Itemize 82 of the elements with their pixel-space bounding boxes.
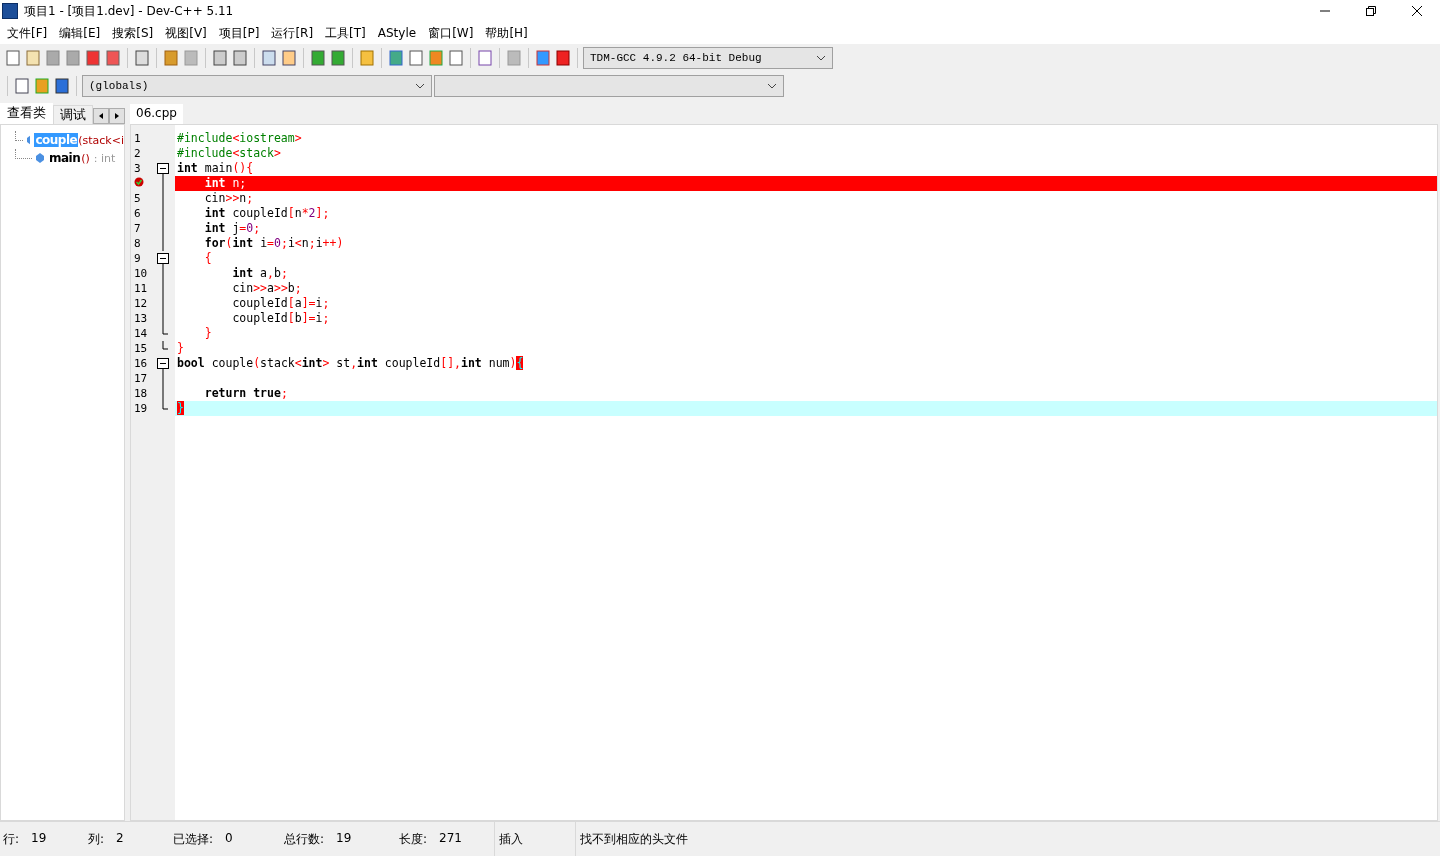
status-label: 总行数: [284,830,325,848]
line-number: 13 [134,312,149,325]
triangle-left-icon [99,113,103,119]
panel-tab[interactable]: 调试 [53,105,93,124]
tree-item[interactable]: main [48,151,82,165]
compiler-dropdown[interactable]: TDM-GCC 4.9.2 64-bit Debug [583,47,833,69]
status-value: 0 [225,830,233,847]
status-message: 找不到相应的头文件 [580,830,688,848]
code-line: #include<iostream> [176,131,303,146]
menu-item[interactable]: 工具[T] [320,24,373,42]
code-line: int coupleId[n*2]; [203,206,331,221]
line-number: 14 [134,327,149,340]
code-line: int j=0; [203,221,262,236]
line-number: 11 [134,282,149,295]
line-number: 7 [134,222,142,235]
caret-icon [816,55,826,61]
line-number: 5 [134,192,142,205]
line-number: 2 [134,147,142,160]
code-line: bool couple(stack<int> st,int coupleId[],int num){ [176,356,525,371]
line-number: 6 [134,207,142,220]
code-line: coupleId[a]=i; [231,296,331,311]
status-value: 19 [31,830,47,847]
menu-item[interactable]: 文件[F] [2,24,55,42]
window-title: 项目1 - [项目1.dev] - Dev-C++ 5.11 [24,2,235,20]
breakpoint-icon[interactable] [134,177,144,187]
status-label: 列: [88,830,105,848]
tab-scroll-right-button[interactable] [109,108,125,124]
caret-icon [767,83,777,89]
menu-item[interactable]: 运行[R] [266,24,321,42]
code-line: } [203,326,213,341]
menu-item[interactable]: 窗口[W] [423,24,481,42]
line-number: 17 [134,372,149,385]
triangle-right-icon [115,113,119,119]
tab-scroll-left-button[interactable] [93,108,109,124]
line-number: 19 [134,402,149,415]
scope-dropdown[interactable]: (globals) [82,75,432,97]
status-value: 271 [439,830,462,847]
function-signature: () [81,151,90,165]
menu-item[interactable]: 项目[P] [213,24,267,42]
menu-item[interactable]: 视图[V] [160,24,214,42]
status-value: 19 [336,830,352,847]
code-line: coupleId[b]=i; [231,311,331,326]
file-tab[interactable]: 06.cpp [130,104,183,124]
line-number: 3 [134,162,142,175]
line-number: 9 [134,252,142,265]
new-file-icon[interactable] [4,49,22,67]
menu-item[interactable]: 搜索[S] [107,24,161,42]
code-line: int main(){ [176,161,255,176]
close-button[interactable] [1412,6,1422,16]
code-line: cin>>a>>b; [231,281,303,296]
line-number: 1 [134,132,142,145]
code-line: for(int i=0;i<n;i++) [203,236,345,251]
menu-item[interactable]: 编辑[E] [54,24,108,42]
caret-icon [415,83,425,89]
function-signature: (stack<i [78,133,124,147]
fold-toggle[interactable] [157,161,169,176]
restore-button[interactable] [1366,6,1376,16]
fold-toggle[interactable] [157,251,169,266]
status-label: 行: [3,830,20,848]
app-icon [2,3,18,19]
return-type: : int [93,151,116,165]
line-number: 18 [134,387,149,400]
code-line: } [176,341,185,356]
fold-toggle[interactable] [157,356,169,371]
code-line: cin>>n; [203,191,255,206]
code-line: { [203,251,213,266]
code-line: return true; [203,386,289,401]
line-number: 12 [134,297,149,310]
menu-item[interactable]: AStyle [372,26,424,40]
line-number: 10 [134,267,149,280]
code-line: int a,b; [231,266,289,281]
function-dropdown[interactable] [434,75,784,97]
code-line: #include<stack> [176,146,282,161]
line-number: 8 [134,237,142,250]
line-number: 16 [134,357,149,370]
panel-tab[interactable]: 查看类 [0,103,53,124]
insert-mode-status: 插入 [499,830,523,848]
menu-item[interactable]: 帮助[H] [480,24,535,42]
status-value: 2 [116,830,124,847]
status-label: 已选择: [173,830,214,848]
line-number: 15 [134,342,149,355]
status-label: 长度: [399,830,428,848]
